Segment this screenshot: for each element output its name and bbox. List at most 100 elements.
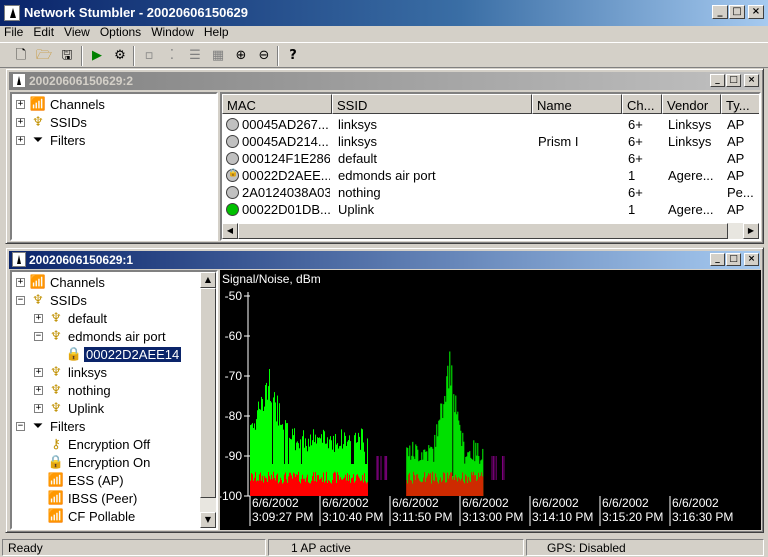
details-icon[interactable]: ▦ <box>207 45 229 67</box>
noise-bar <box>327 482 328 496</box>
maximize-button[interactable]: □ <box>729 5 745 19</box>
ap-cell-ch: 6+ <box>628 134 643 149</box>
column-header-ssid[interactable]: SSID <box>332 94 532 114</box>
noise-bar <box>453 476 455 496</box>
child-maximize-button[interactable]: □ <box>726 74 741 87</box>
large-icons-icon[interactable]: ▫ <box>138 45 160 67</box>
noise-bar <box>303 478 304 496</box>
close-button[interactable]: × <box>748 5 764 19</box>
y-tick-label: -90 <box>225 449 243 463</box>
column-header-mac[interactable]: MAC <box>222 94 332 114</box>
noise-bar <box>463 481 465 496</box>
ap-row[interactable]: 00045AD267... linksys 6+ Linksys AP <box>222 116 744 133</box>
vertical-scroll-thumb[interactable] <box>200 288 216 498</box>
noise-bar <box>427 475 429 496</box>
noise-bar <box>258 480 259 496</box>
noise-bar <box>294 473 295 496</box>
scroll-left-button[interactable]: ◀ <box>222 223 238 239</box>
noise-bar <box>271 474 272 496</box>
noise-bar <box>430 473 432 496</box>
noise-bar <box>433 480 435 496</box>
noise-bar <box>477 479 479 496</box>
noise-bar <box>450 472 452 496</box>
noise-bar <box>424 472 426 496</box>
ap-cell-ssid: Uplink <box>338 202 375 217</box>
zoom-out-icon[interactable]: ⊖ <box>253 45 275 67</box>
zoom-in-icon[interactable]: ⊕ <box>230 45 252 67</box>
column-header-name[interactable]: Name <box>532 94 622 114</box>
x-tick-time: 3:14:10 PM <box>532 510 593 524</box>
noise-bar <box>282 483 283 496</box>
column-header-type[interactable]: Ty... <box>721 94 759 114</box>
play-icon[interactable]: ▶ <box>86 45 108 67</box>
auto-config-icon[interactable]: ⚙ <box>109 45 131 67</box>
noise-bar <box>411 480 413 496</box>
ssid-tree-view: + 📶 Channels − ♆ SSIDs + ♆ default − ♆ e… <box>10 270 218 530</box>
horizontal-scroll-thumb[interactable] <box>238 223 728 239</box>
noise-bar <box>476 480 478 496</box>
noise-bar <box>471 472 473 496</box>
noise-bar <box>280 477 281 496</box>
menu-options[interactable]: Options <box>95 24 146 40</box>
noise-bar <box>322 481 323 496</box>
scan-window-2-title: 20020606150629:2 <box>29 74 134 88</box>
ap-row[interactable]: 00022D2AEE... edmonds air port 1 Agere... AP <box>222 167 744 184</box>
child-close-button[interactable]: × <box>744 253 759 266</box>
ssid-icon: ♆ <box>32 293 44 308</box>
noise-bar <box>464 483 466 496</box>
menu-edit[interactable]: Edit <box>28 24 59 40</box>
scroll-right-button[interactable]: ▶ <box>743 223 759 239</box>
ap-row[interactable]: 2A0124038A03 nothing 6+ Pe... <box>222 184 754 201</box>
app-title: Network Stumbler - 20020606150629 <box>24 5 249 20</box>
noise-bar <box>448 478 450 496</box>
help-icon[interactable]: ? <box>282 45 304 67</box>
menu-window[interactable]: Window <box>146 24 199 40</box>
small-icons-icon[interactable]: ⁚ <box>161 45 183 67</box>
status-message: Ready <box>2 539 266 556</box>
column-header-channel[interactable]: Ch... <box>622 94 662 114</box>
noise-bar <box>409 472 411 496</box>
noise-bar <box>357 474 358 496</box>
child-close-button[interactable]: × <box>744 74 759 87</box>
open-icon[interactable]: 🗁 <box>33 45 55 67</box>
noise-bar <box>452 479 454 496</box>
noise-bar <box>290 472 291 496</box>
filter-icon: ⏷ <box>32 419 44 434</box>
ap-row[interactable]: 00045AD214... linksys Prism I 6+ Linksys AP <box>222 133 744 150</box>
child-minimize-button[interactable]: _ <box>710 74 725 87</box>
save-icon[interactable]: 🖫 <box>56 45 78 67</box>
noise-bar <box>314 481 315 496</box>
ap-cell-ch: 6+ <box>628 117 643 132</box>
child-maximize-button[interactable]: □ <box>726 253 741 266</box>
list-icon[interactable]: ☰ <box>184 45 206 67</box>
noise-bar <box>319 479 320 496</box>
scroll-down-button[interactable]: ▼ <box>200 512 216 528</box>
noise-bar <box>263 482 264 496</box>
noise-bar <box>418 478 420 496</box>
gap-bar <box>377 456 379 480</box>
menu-file[interactable]: File <box>0 24 28 40</box>
noise-bar <box>407 483 409 496</box>
scroll-up-button[interactable]: ▲ <box>200 272 216 288</box>
noise-bar <box>439 479 441 496</box>
column-header-vendor[interactable]: Vendor <box>662 94 721 114</box>
noise-bar <box>315 472 316 496</box>
minimize-button[interactable]: _ <box>712 5 728 19</box>
menu-view[interactable]: View <box>59 24 95 40</box>
noise-bar <box>447 472 449 496</box>
new-icon[interactable]: 🗋 <box>10 45 32 67</box>
ap-cell-vendor: Linksys <box>668 134 712 149</box>
noise-bar <box>356 475 357 496</box>
ap-row[interactable]: 000124F1E286 default 6+ AP <box>222 150 744 167</box>
child-minimize-button[interactable]: _ <box>710 253 725 266</box>
noise-bar <box>478 472 480 496</box>
y-tick-label: -70 <box>225 369 243 383</box>
filter-icon: ⏷ <box>32 133 44 148</box>
window-icon <box>12 73 26 88</box>
menu-help[interactable]: Help <box>199 24 234 40</box>
noise-bar <box>442 480 444 496</box>
noise-bar <box>311 480 312 496</box>
ap-row[interactable]: 00022D01DB... Uplink 1 Agere... AP <box>222 201 744 218</box>
noise-bar <box>272 479 273 496</box>
noise-bar <box>291 475 292 496</box>
